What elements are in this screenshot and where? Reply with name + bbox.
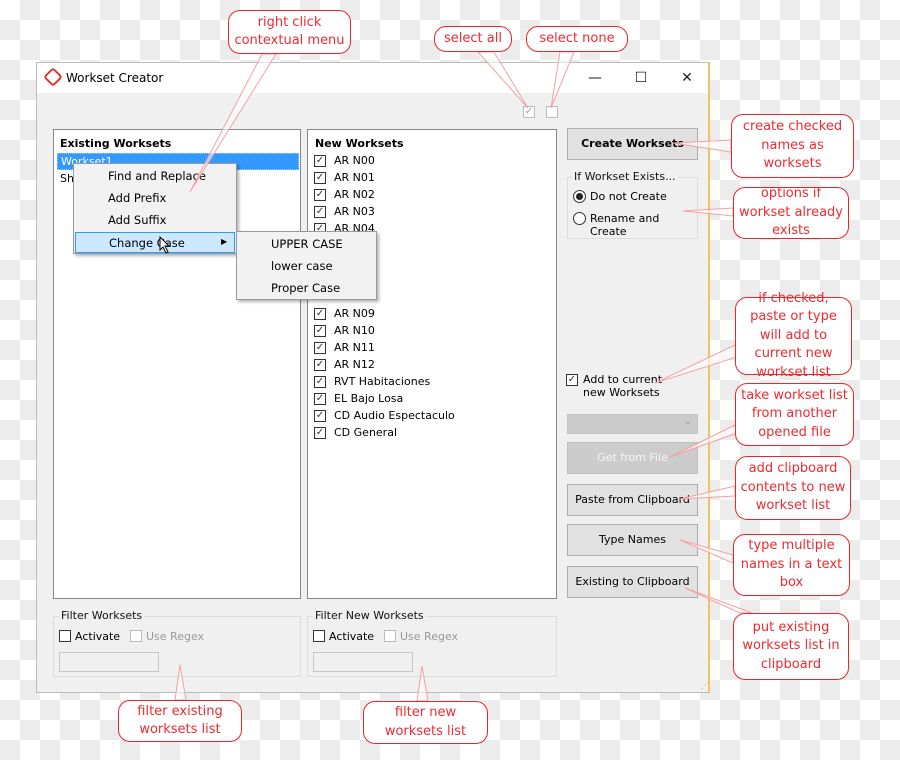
pointer [682, 207, 734, 217]
callout-select-none: select none [526, 26, 628, 52]
pointer [174, 664, 187, 701]
callout-add-clipboard: add clipboard contents to new workset li… [735, 456, 851, 520]
callout-right-click: right click contextual menu [228, 10, 351, 54]
pointer [669, 424, 738, 458]
pointer [550, 51, 575, 109]
callout-take-list: take workset list from another opened fi… [735, 383, 854, 446]
pointer [672, 139, 732, 153]
callout-filter-new: filter new worksets list [363, 701, 488, 744]
pointer [416, 665, 429, 702]
pointer [679, 485, 736, 500]
callout-type-multiple: type multiple names in a text box [733, 534, 850, 596]
pointer [654, 344, 741, 384]
pointer [189, 53, 277, 193]
pointer [476, 51, 529, 109]
callout-select-all: select all [434, 26, 512, 52]
callout-filter-existing: filter existing worksets list [118, 700, 242, 742]
pointer [679, 539, 734, 564]
callout-options: options if workset already exists [733, 186, 849, 239]
callout-if-checked: if checked, paste or type will add to cu… [735, 291, 852, 380]
callout-create: create checked names as worksets [731, 114, 854, 178]
callout-put-existing: put existing worksets list in clipboard [733, 613, 849, 680]
